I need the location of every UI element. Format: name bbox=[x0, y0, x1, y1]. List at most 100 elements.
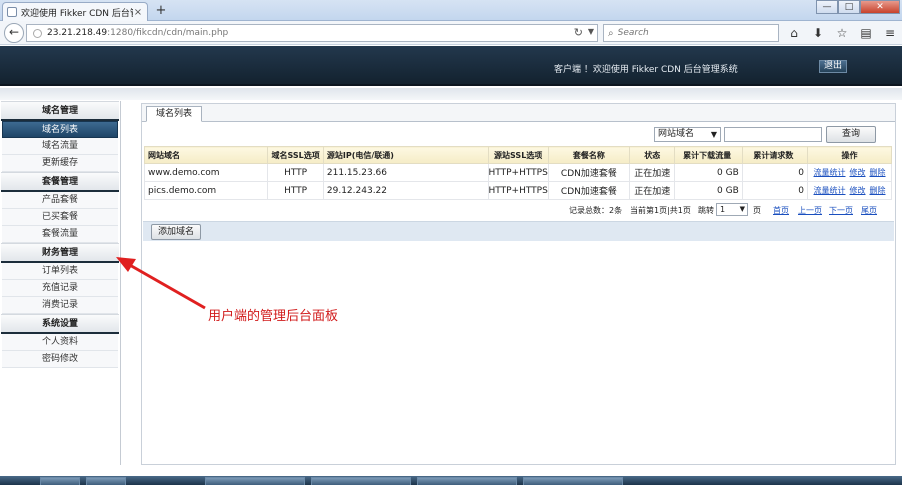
sidebar-group-settings[interactable]: 系统设置 bbox=[1, 314, 119, 334]
current-page-info: 当前第1页|共1页 bbox=[630, 206, 691, 215]
sidebar-item-purchased-packages[interactable]: 已买套餐 bbox=[2, 209, 118, 226]
traffic-stats-link[interactable]: 流量统计 bbox=[814, 168, 846, 177]
minimize-button[interactable]: — bbox=[816, 0, 838, 14]
cell-origin-ssl: HTTP+HTTPS bbox=[487, 181, 549, 200]
sidebar-item-orders[interactable]: 订单列表 bbox=[2, 263, 118, 280]
taskbar-item[interactable] bbox=[205, 477, 305, 485]
cell-origin-ip: 211.15.23.66 bbox=[322, 163, 489, 182]
sidebar-item-domain-list[interactable]: 域名列表 bbox=[2, 121, 118, 138]
cell-status: 正在加速 bbox=[628, 163, 676, 182]
cell-domain: www.demo.com bbox=[143, 163, 269, 182]
header-separator bbox=[0, 88, 902, 100]
jump-label: 跳转 bbox=[698, 206, 714, 215]
first-page-link[interactable]: 首页 bbox=[773, 205, 789, 216]
search-type-value: 网站域名 bbox=[658, 129, 695, 139]
taskbar-item[interactable] bbox=[417, 477, 517, 485]
browser-tab-bar: 欢迎使用 Fikker CDN 后台管... × + — □ ✕ bbox=[0, 0, 902, 21]
browser-nav-bar: ← 23.21.218.49 :1280/fikcdn/cdn/main.php… bbox=[0, 21, 902, 45]
taskbar-item[interactable] bbox=[523, 477, 623, 485]
cell-status: 正在加速 bbox=[628, 181, 676, 200]
search-type-select[interactable]: 网站域名 ▼ bbox=[654, 127, 721, 142]
sidebar-group-package[interactable]: 套餐管理 bbox=[1, 172, 119, 192]
edit-link[interactable]: 修改 bbox=[850, 168, 866, 177]
page-jump-value: 1 bbox=[720, 205, 726, 214]
browser-search-input[interactable] bbox=[617, 28, 758, 38]
delete-link[interactable]: 删除 bbox=[870, 168, 886, 177]
last-page-link[interactable]: 尾页 bbox=[861, 205, 877, 216]
maximize-button[interactable]: □ bbox=[838, 0, 860, 14]
annotation-caption: 用户端的管理后台面板 bbox=[208, 309, 339, 324]
col-actions: 操作 bbox=[807, 146, 892, 164]
add-domain-button[interactable]: 添加域名 bbox=[151, 224, 201, 240]
col-traffic: 累计下载流量 bbox=[674, 146, 743, 164]
taskbar-item[interactable] bbox=[311, 477, 411, 485]
app-header: 客户端 ！欢迎使用 Fikker CDN 后台管理系统 退出 bbox=[0, 46, 902, 86]
next-page-link[interactable]: 下一页 bbox=[829, 205, 853, 216]
browser-tab[interactable]: 欢迎使用 Fikker CDN 后台管... × bbox=[2, 2, 148, 21]
delete-link[interactable]: 删除 bbox=[870, 186, 886, 195]
sidebar-item-domain-traffic[interactable]: 域名流量 bbox=[2, 138, 118, 155]
menu-hamburger-icon[interactable]: ≡ bbox=[878, 24, 902, 42]
query-button[interactable]: 查询 bbox=[826, 126, 876, 143]
bookmark-star-icon[interactable]: ☆ bbox=[830, 24, 854, 42]
new-tab-button[interactable]: + bbox=[153, 3, 169, 19]
col-domain-ssl: 域名SSL选项 bbox=[267, 146, 324, 164]
browser-search-box[interactable]: ⌕ bbox=[603, 24, 779, 42]
table-row: pics.demo.com HTTP 29.12.243.22 HTTP+HTT… bbox=[143, 181, 892, 200]
history-dropdown-icon[interactable]: ▼ bbox=[588, 27, 594, 36]
sidebar-item-profile[interactable]: 个人资料 bbox=[2, 334, 118, 351]
cell-traffic: 0 GB bbox=[674, 181, 743, 200]
cell-requests: 0 bbox=[741, 163, 809, 182]
tab-close-icon[interactable]: × bbox=[133, 7, 143, 18]
download-icon[interactable]: ⬇ bbox=[806, 24, 830, 42]
sidebar: 域名管理 域名列表 域名流量 更新缓存 套餐管理 产品套餐 已买套餐 套餐流量 … bbox=[0, 101, 121, 465]
cell-package: CDN加速套餐 bbox=[547, 181, 630, 200]
back-arrow-icon[interactable]: ← bbox=[4, 23, 24, 43]
col-domain: 网站域名 bbox=[143, 146, 269, 164]
sidebar-item-product-packages[interactable]: 产品套餐 bbox=[2, 192, 118, 209]
cell-traffic: 0 GB bbox=[674, 163, 743, 182]
logout-button[interactable]: 退出 bbox=[819, 60, 847, 73]
search-icon: ⌕ bbox=[608, 27, 614, 39]
cell-domain-ssl: HTTP bbox=[267, 181, 324, 200]
col-requests: 累计请求数 bbox=[741, 146, 809, 164]
main-panel: 域名列表 网站域名 ▼ 查询 网站域名 域名SSL选项 源站IP(电信/联通) … bbox=[141, 103, 896, 465]
main-tab-strip: 域名列表 bbox=[142, 104, 895, 122]
table-row: www.demo.com HTTP 211.15.23.66 HTTP+HTTP… bbox=[143, 163, 892, 182]
bookmarks-list-icon[interactable]: ▤ bbox=[854, 24, 878, 42]
edit-link[interactable]: 修改 bbox=[850, 186, 866, 195]
traffic-stats-link[interactable]: 流量统计 bbox=[814, 186, 846, 195]
page-favicon-icon bbox=[7, 7, 17, 17]
taskbar-item[interactable] bbox=[86, 477, 126, 485]
cell-origin-ip: 29.12.243.22 bbox=[322, 181, 489, 200]
page-unit: 页 bbox=[753, 206, 761, 215]
chevron-down-icon: ▼ bbox=[739, 205, 745, 213]
sidebar-group-domain[interactable]: 域名管理 bbox=[1, 101, 119, 121]
search-row: 网站域名 ▼ 查询 bbox=[142, 126, 895, 144]
col-status: 状态 bbox=[628, 146, 676, 164]
sidebar-item-recharge[interactable]: 充值记录 bbox=[2, 280, 118, 297]
address-bar[interactable]: 23.21.218.49 :1280/fikcdn/cdn/main.php ↻… bbox=[26, 24, 598, 42]
sidebar-item-refresh-cache[interactable]: 更新缓存 bbox=[2, 155, 118, 172]
tab-domain-list[interactable]: 域名列表 bbox=[146, 106, 203, 122]
url-path: :1280/fikcdn/cdn/main.php bbox=[107, 28, 229, 38]
page-jump-select[interactable]: 1 ▼ bbox=[716, 203, 748, 216]
window-controls: — □ ✕ bbox=[816, 0, 900, 14]
add-domain-bar: 添加域名 bbox=[143, 221, 894, 241]
site-info-icon[interactable] bbox=[33, 28, 42, 38]
prev-page-link[interactable]: 上一页 bbox=[798, 205, 822, 216]
search-input[interactable] bbox=[724, 127, 822, 142]
window-close-button[interactable]: ✕ bbox=[860, 0, 900, 14]
welcome-text: 客户端 ！欢迎使用 Fikker CDN 后台管理系统 bbox=[554, 65, 738, 75]
taskbar-item[interactable] bbox=[40, 477, 80, 485]
sidebar-group-finance[interactable]: 财务管理 bbox=[1, 243, 119, 263]
os-taskbar bbox=[0, 476, 902, 485]
reload-icon[interactable]: ↻ bbox=[574, 26, 583, 39]
sidebar-item-change-password[interactable]: 密码修改 bbox=[2, 351, 118, 368]
cell-domain-ssl: HTTP bbox=[267, 163, 324, 182]
sidebar-item-package-traffic[interactable]: 套餐流量 bbox=[2, 226, 118, 243]
sidebar-item-consumption[interactable]: 消费记录 bbox=[2, 297, 118, 314]
cell-requests: 0 bbox=[741, 181, 809, 200]
col-origin-ssl: 源站SSL选项 bbox=[487, 146, 549, 164]
home-icon[interactable]: ⌂ bbox=[782, 24, 806, 42]
